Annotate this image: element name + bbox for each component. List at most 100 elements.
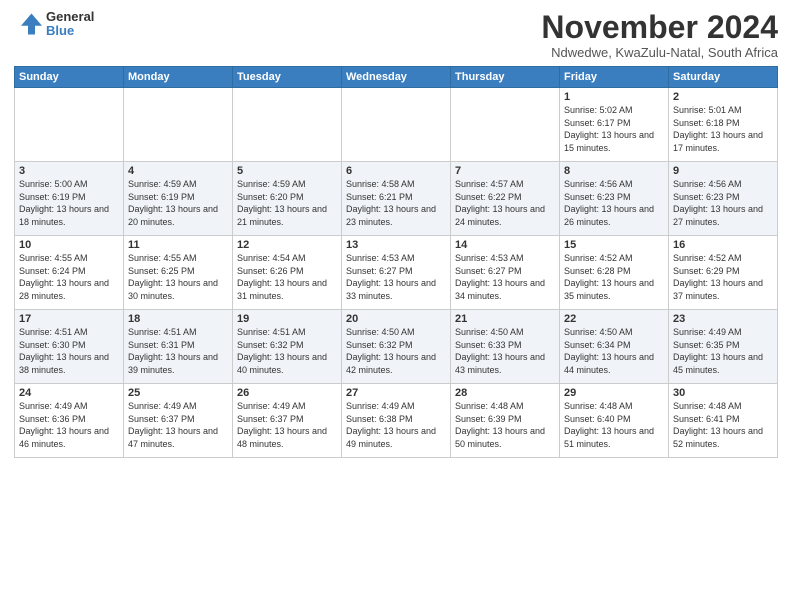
calendar-week-4: 24Sunrise: 4:49 AM Sunset: 6:36 PM Dayli… — [15, 384, 778, 458]
day-info: Sunrise: 4:55 AM Sunset: 6:25 PM Dayligh… — [128, 252, 228, 302]
day-info: Sunrise: 4:50 AM Sunset: 6:33 PM Dayligh… — [455, 326, 555, 376]
calendar-cell: 9Sunrise: 4:56 AM Sunset: 6:23 PM Daylig… — [669, 162, 778, 236]
calendar-cell: 23Sunrise: 4:49 AM Sunset: 6:35 PM Dayli… — [669, 310, 778, 384]
day-info: Sunrise: 4:50 AM Sunset: 6:34 PM Dayligh… — [564, 326, 664, 376]
calendar-cell: 12Sunrise: 4:54 AM Sunset: 6:26 PM Dayli… — [233, 236, 342, 310]
calendar-cell: 17Sunrise: 4:51 AM Sunset: 6:30 PM Dayli… — [15, 310, 124, 384]
day-number: 7 — [455, 165, 555, 177]
day-info: Sunrise: 4:48 AM Sunset: 6:40 PM Dayligh… — [564, 400, 664, 450]
day-info: Sunrise: 4:59 AM Sunset: 6:20 PM Dayligh… — [237, 178, 337, 228]
calendar-cell: 13Sunrise: 4:53 AM Sunset: 6:27 PM Dayli… — [342, 236, 451, 310]
calendar-cell: 29Sunrise: 4:48 AM Sunset: 6:40 PM Dayli… — [560, 384, 669, 458]
calendar-cell: 14Sunrise: 4:53 AM Sunset: 6:27 PM Dayli… — [451, 236, 560, 310]
calendar-table: Sunday Monday Tuesday Wednesday Thursday… — [14, 66, 778, 458]
calendar-cell: 22Sunrise: 4:50 AM Sunset: 6:34 PM Dayli… — [560, 310, 669, 384]
calendar-cell: 27Sunrise: 4:49 AM Sunset: 6:38 PM Dayli… — [342, 384, 451, 458]
day-number: 26 — [237, 387, 337, 399]
day-number: 14 — [455, 239, 555, 251]
calendar-cell: 18Sunrise: 4:51 AM Sunset: 6:31 PM Dayli… — [124, 310, 233, 384]
calendar-cell — [451, 88, 560, 162]
day-number: 18 — [128, 313, 228, 325]
day-info: Sunrise: 5:01 AM Sunset: 6:18 PM Dayligh… — [673, 104, 773, 154]
day-info: Sunrise: 4:49 AM Sunset: 6:35 PM Dayligh… — [673, 326, 773, 376]
day-number: 6 — [346, 165, 446, 177]
calendar-cell: 6Sunrise: 4:58 AM Sunset: 6:21 PM Daylig… — [342, 162, 451, 236]
logo: General Blue — [14, 10, 94, 39]
day-number: 15 — [564, 239, 664, 251]
header: General Blue November 2024 Ndwedwe, KwaZ… — [14, 10, 778, 60]
calendar-cell — [233, 88, 342, 162]
day-info: Sunrise: 4:59 AM Sunset: 6:19 PM Dayligh… — [128, 178, 228, 228]
day-number: 30 — [673, 387, 773, 399]
calendar-cell: 24Sunrise: 4:49 AM Sunset: 6:36 PM Dayli… — [15, 384, 124, 458]
day-info: Sunrise: 4:49 AM Sunset: 6:38 PM Dayligh… — [346, 400, 446, 450]
day-info: Sunrise: 4:52 AM Sunset: 6:29 PM Dayligh… — [673, 252, 773, 302]
calendar-cell — [15, 88, 124, 162]
location: Ndwedwe, KwaZulu-Natal, South Africa — [541, 45, 778, 60]
day-info: Sunrise: 4:56 AM Sunset: 6:23 PM Dayligh… — [673, 178, 773, 228]
calendar-cell: 1Sunrise: 5:02 AM Sunset: 6:17 PM Daylig… — [560, 88, 669, 162]
month-title: November 2024 — [541, 10, 778, 45]
day-info: Sunrise: 4:54 AM Sunset: 6:26 PM Dayligh… — [237, 252, 337, 302]
day-number: 28 — [455, 387, 555, 399]
day-number: 25 — [128, 387, 228, 399]
day-number: 19 — [237, 313, 337, 325]
day-number: 13 — [346, 239, 446, 251]
calendar-cell: 21Sunrise: 4:50 AM Sunset: 6:33 PM Dayli… — [451, 310, 560, 384]
calendar-cell: 30Sunrise: 4:48 AM Sunset: 6:41 PM Dayli… — [669, 384, 778, 458]
calendar-cell: 15Sunrise: 4:52 AM Sunset: 6:28 PM Dayli… — [560, 236, 669, 310]
day-number: 1 — [564, 91, 664, 103]
day-number: 5 — [237, 165, 337, 177]
day-number: 4 — [128, 165, 228, 177]
day-info: Sunrise: 4:58 AM Sunset: 6:21 PM Dayligh… — [346, 178, 446, 228]
day-number: 3 — [19, 165, 119, 177]
day-number: 24 — [19, 387, 119, 399]
calendar-cell: 10Sunrise: 4:55 AM Sunset: 6:24 PM Dayli… — [15, 236, 124, 310]
day-number: 17 — [19, 313, 119, 325]
day-info: Sunrise: 4:51 AM Sunset: 6:31 PM Dayligh… — [128, 326, 228, 376]
col-sunday: Sunday — [15, 67, 124, 88]
day-info: Sunrise: 4:49 AM Sunset: 6:36 PM Dayligh… — [19, 400, 119, 450]
day-info: Sunrise: 4:48 AM Sunset: 6:39 PM Dayligh… — [455, 400, 555, 450]
logo-blue: Blue — [46, 24, 94, 38]
calendar-cell: 2Sunrise: 5:01 AM Sunset: 6:18 PM Daylig… — [669, 88, 778, 162]
day-info: Sunrise: 4:51 AM Sunset: 6:30 PM Dayligh… — [19, 326, 119, 376]
calendar-cell — [342, 88, 451, 162]
day-number: 23 — [673, 313, 773, 325]
day-number: 8 — [564, 165, 664, 177]
calendar-cell: 5Sunrise: 4:59 AM Sunset: 6:20 PM Daylig… — [233, 162, 342, 236]
day-info: Sunrise: 4:49 AM Sunset: 6:37 PM Dayligh… — [237, 400, 337, 450]
day-number: 2 — [673, 91, 773, 103]
day-number: 27 — [346, 387, 446, 399]
logo-general: General — [46, 10, 94, 24]
calendar-cell: 20Sunrise: 4:50 AM Sunset: 6:32 PM Dayli… — [342, 310, 451, 384]
calendar-week-2: 10Sunrise: 4:55 AM Sunset: 6:24 PM Dayli… — [15, 236, 778, 310]
col-friday: Friday — [560, 67, 669, 88]
calendar-cell: 28Sunrise: 4:48 AM Sunset: 6:39 PM Dayli… — [451, 384, 560, 458]
calendar-cell: 8Sunrise: 4:56 AM Sunset: 6:23 PM Daylig… — [560, 162, 669, 236]
calendar-cell: 11Sunrise: 4:55 AM Sunset: 6:25 PM Dayli… — [124, 236, 233, 310]
day-number: 21 — [455, 313, 555, 325]
title-block: November 2024 Ndwedwe, KwaZulu-Natal, So… — [541, 10, 778, 60]
logo-icon — [14, 10, 42, 38]
calendar-cell: 3Sunrise: 5:00 AM Sunset: 6:19 PM Daylig… — [15, 162, 124, 236]
day-info: Sunrise: 4:50 AM Sunset: 6:32 PM Dayligh… — [346, 326, 446, 376]
calendar-week-0: 1Sunrise: 5:02 AM Sunset: 6:17 PM Daylig… — [15, 88, 778, 162]
day-info: Sunrise: 4:49 AM Sunset: 6:37 PM Dayligh… — [128, 400, 228, 450]
day-info: Sunrise: 4:55 AM Sunset: 6:24 PM Dayligh… — [19, 252, 119, 302]
day-number: 10 — [19, 239, 119, 251]
header-row: Sunday Monday Tuesday Wednesday Thursday… — [15, 67, 778, 88]
day-info: Sunrise: 4:57 AM Sunset: 6:22 PM Dayligh… — [455, 178, 555, 228]
day-number: 12 — [237, 239, 337, 251]
logo-text: General Blue — [46, 10, 94, 39]
day-info: Sunrise: 4:53 AM Sunset: 6:27 PM Dayligh… — [346, 252, 446, 302]
day-number: 29 — [564, 387, 664, 399]
day-info: Sunrise: 4:48 AM Sunset: 6:41 PM Dayligh… — [673, 400, 773, 450]
calendar-week-3: 17Sunrise: 4:51 AM Sunset: 6:30 PM Dayli… — [15, 310, 778, 384]
day-info: Sunrise: 4:52 AM Sunset: 6:28 PM Dayligh… — [564, 252, 664, 302]
day-number: 16 — [673, 239, 773, 251]
day-info: Sunrise: 4:56 AM Sunset: 6:23 PM Dayligh… — [564, 178, 664, 228]
calendar-cell: 19Sunrise: 4:51 AM Sunset: 6:32 PM Dayli… — [233, 310, 342, 384]
calendar-cell — [124, 88, 233, 162]
calendar-cell: 7Sunrise: 4:57 AM Sunset: 6:22 PM Daylig… — [451, 162, 560, 236]
